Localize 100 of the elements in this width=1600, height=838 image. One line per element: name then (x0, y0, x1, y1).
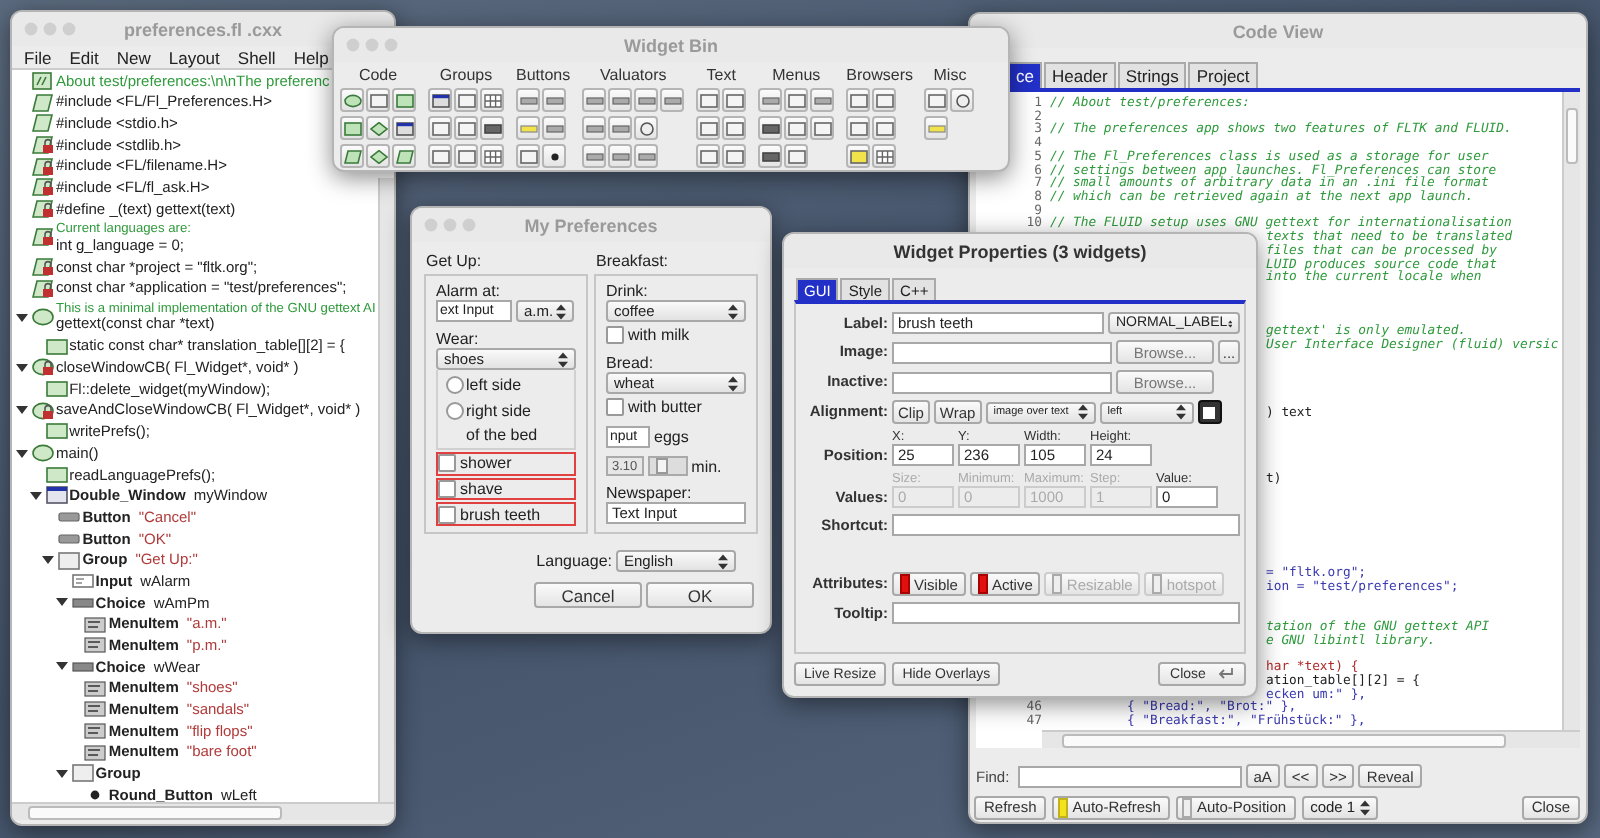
vertical-scrollbar[interactable] (378, 178, 394, 802)
stepper-icon (1227, 315, 1232, 331)
collapse-triangle-icon[interactable] (42, 554, 55, 566)
box-icon (457, 93, 475, 107)
checkbox[interactable]: with butter (606, 396, 746, 418)
category-label: Groups (439, 66, 493, 84)
horizontal-scrollbar[interactable] (1042, 730, 1580, 748)
menu-item[interactable]: Layout (168, 47, 220, 67)
stepper-icon (558, 351, 568, 367)
field-label: Wear: (436, 330, 481, 348)
menu-item-icon (84, 743, 107, 762)
box-icon (927, 93, 946, 107)
tab[interactable]: Project (1188, 62, 1258, 88)
slider-thumb[interactable] (655, 458, 668, 474)
box-icon (875, 121, 894, 135)
field-label: Newspaper: (606, 484, 694, 502)
group-icon (58, 551, 81, 569)
checkbox[interactable]: brush teeth (436, 502, 576, 527)
code-icon (45, 337, 68, 356)
window-icon (431, 93, 449, 107)
group-icon (71, 764, 94, 783)
tooltip-input[interactable] (892, 602, 1240, 624)
bar-icon (611, 121, 630, 135)
rectangle-icon (343, 121, 361, 135)
box-icon (787, 121, 806, 135)
box-icon (369, 93, 387, 107)
code-icon (45, 422, 68, 441)
bar-icon (663, 93, 682, 107)
widget-bin-button[interactable] (950, 88, 975, 112)
image-input[interactable] (892, 341, 1112, 363)
collapse-triangle-icon[interactable] (16, 361, 28, 374)
stepper-icon (728, 303, 738, 319)
box-icon (699, 149, 718, 163)
window-title: Widget Properties (3 widgets) (893, 241, 1147, 261)
tab[interactable]: Header (1043, 62, 1116, 88)
stepper-icon (728, 375, 738, 391)
input-widget-icon (71, 572, 94, 591)
collapse-triangle-icon[interactable] (16, 447, 28, 460)
tab[interactable]: ce (1008, 62, 1042, 88)
code-icon (45, 380, 68, 398)
cancel-button[interactable]: Cancel (534, 582, 642, 608)
choice-widget-icon (71, 593, 94, 612)
dark-box-icon (761, 121, 780, 135)
vertical-scrollbar[interactable] (1562, 92, 1580, 732)
widget-bin-button[interactable] (392, 116, 416, 140)
radio-icon (545, 149, 563, 163)
widget-bin-button[interactable] (758, 116, 783, 140)
widget-bin-button[interactable] (542, 144, 566, 168)
collapse-triangle-icon[interactable] (55, 596, 68, 609)
light-icon (849, 149, 868, 163)
box-icon (787, 149, 806, 163)
button-widget-icon (58, 529, 81, 548)
align-inside-button[interactable] (1197, 400, 1222, 424)
box-icon (457, 121, 475, 135)
stepper-icon (1077, 404, 1088, 420)
field-label: Drink: (606, 282, 650, 300)
menu-item[interactable]: New (116, 47, 151, 67)
collapse-triangle-icon[interactable] (29, 489, 42, 502)
menu-item[interactable]: Edit (69, 47, 99, 67)
dark-box-icon (483, 121, 501, 135)
box-icon (849, 121, 868, 135)
collapse-triangle-icon[interactable] (16, 404, 28, 417)
dark-box-icon (761, 149, 780, 163)
tab[interactable]: Strings (1117, 62, 1187, 88)
ok-button[interactable]: OK (646, 582, 754, 608)
grid-icon (483, 93, 501, 107)
bar-icon (611, 149, 630, 163)
widget-bin-button[interactable] (480, 116, 504, 140)
menu-item[interactable]: File (24, 47, 52, 67)
category-label: Valuators (600, 66, 667, 84)
grid-icon (875, 149, 894, 163)
widget-bin-button[interactable] (428, 88, 452, 112)
widget-bin-button[interactable] (758, 144, 783, 168)
find-field[interactable] (1017, 765, 1242, 787)
radio-button[interactable]: left side (446, 374, 566, 396)
return-icon (1217, 668, 1234, 680)
collapse-triangle-icon[interactable] (55, 767, 68, 780)
collapse-triangle-icon[interactable] (55, 660, 68, 673)
window-title: My Preferences (524, 215, 658, 235)
bar-icon (585, 93, 604, 107)
menu-item-icon (84, 636, 107, 655)
checkbox[interactable]: shave (436, 477, 576, 501)
shortcut-input[interactable] (892, 514, 1240, 536)
radio-button[interactable]: right side (446, 400, 566, 422)
menu-item-icon (84, 679, 107, 698)
checkbox[interactable]: with milk (606, 324, 746, 346)
bar-icon (585, 149, 604, 163)
box-icon (699, 121, 718, 135)
box-icon (431, 121, 449, 135)
choice-widget-icon (71, 657, 94, 676)
horizontal-scrollbar[interactable] (12, 802, 394, 820)
menu-item[interactable]: Shell (237, 47, 276, 67)
box-icon (813, 121, 832, 135)
checkbox[interactable]: shower (436, 452, 576, 476)
menu-item-icon (84, 700, 107, 719)
field-label: eggs (654, 428, 689, 446)
bar-icon (813, 93, 832, 107)
collapse-triangle-icon[interactable] (16, 311, 28, 324)
menu-item[interactable]: Help (293, 47, 329, 67)
widget-bin-button[interactable] (634, 116, 659, 140)
